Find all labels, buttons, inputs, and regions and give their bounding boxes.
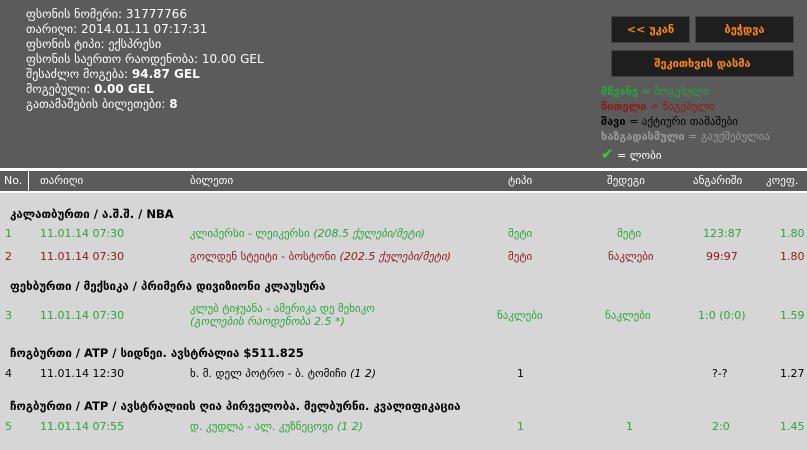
row-coef: 1.27 bbox=[780, 367, 805, 380]
row-date: 11.01.14 07:55 bbox=[40, 420, 125, 433]
row-date: 11.01.14 07:30 bbox=[40, 250, 125, 263]
col-result: შედეგი bbox=[607, 174, 645, 187]
table-row: 4 11.01.14 12:30 ხ. მ. დელ პოტრო - ბ. ტო… bbox=[0, 362, 807, 386]
row-type: მეტი bbox=[508, 227, 533, 240]
group-title: კალათბურთი / ა.შ.შ. / NBA bbox=[10, 207, 174, 221]
table-header: No. თარიღი ბილეთი ტიპი შედეგი ანგარიში კ… bbox=[0, 171, 807, 193]
possible-win: შესაძლო მოგება: 94.87 GEL bbox=[26, 67, 200, 81]
col-type: ტიპი bbox=[508, 174, 533, 187]
back-button[interactable]: << უკან bbox=[611, 16, 690, 43]
row-result: ნაკლები bbox=[605, 309, 651, 322]
row-type: 1 bbox=[517, 367, 524, 380]
row-score: 2:0 bbox=[712, 420, 730, 433]
row-no: 4 bbox=[5, 367, 12, 380]
row-result: მეტი bbox=[617, 227, 642, 240]
ask-question-button[interactable]: შეკითხვის დასმა bbox=[611, 50, 794, 77]
row-result: 1 bbox=[626, 420, 633, 433]
col-ticket: ბილეთი bbox=[190, 174, 234, 187]
row-type: ნაკლები bbox=[497, 309, 543, 322]
ticket-header: ფსონის ნომერი: 31777766 თარიღი: 2014.01.… bbox=[0, 0, 807, 168]
row-type: მეტი bbox=[508, 250, 533, 263]
row-coef: 1.80 bbox=[780, 250, 805, 263]
row-no: 1 bbox=[5, 227, 12, 240]
row-score: 1:0 (0:0) bbox=[698, 309, 746, 322]
row-no: 3 bbox=[5, 309, 12, 322]
row-match: ხ. მ. დელ პოტრო - ბ. ტომიჩი (1 2) bbox=[190, 367, 377, 380]
row-score: ?-? bbox=[712, 367, 728, 380]
legend-active: შავი = აქტიური თამაშები bbox=[601, 115, 738, 128]
table-row: 5 11.01.14 07:55 დ. კუდლა - ალ. კუზნეცოვ… bbox=[0, 415, 807, 439]
column-divider bbox=[28, 171, 29, 191]
legend-lost: წითელი = წაგებული bbox=[601, 100, 715, 113]
row-date: 11.01.14 07:30 bbox=[40, 309, 125, 322]
col-date: თარიღი bbox=[40, 174, 84, 187]
row-match: გოლდენ სტეიტი - ბოსტონი (202.5 ქულები/მე… bbox=[190, 250, 452, 263]
row-date: 11.01.14 07:30 bbox=[40, 227, 125, 240]
row-type: 1 bbox=[517, 420, 524, 433]
table-row: 1 11.01.14 07:30 კლიპერსი - ლეიკერსი (20… bbox=[0, 222, 807, 246]
col-score: ანგარიში bbox=[693, 174, 743, 187]
row-no: 2 bbox=[5, 250, 12, 263]
legend-lobby: ✔ = ლობი bbox=[601, 145, 662, 163]
col-no: No. bbox=[4, 174, 23, 187]
row-match: კლუბ ტიჯუანა - ამერიკა დე მეხიკო (გოლები… bbox=[190, 302, 375, 328]
table-row: 2 11.01.14 07:30 გოლდენ სტეიტი - ბოსტონი… bbox=[0, 245, 807, 269]
ticket-type: ფსონის ტიპი: ექსპრესი bbox=[26, 37, 162, 51]
row-no: 5 bbox=[5, 420, 12, 433]
row-match: დ. კუდლა - ალ. კუზნეცოვი (1 2) bbox=[190, 420, 363, 433]
group-title: ფეხბურთი / მექსიკა / პრიმერა დივიზიონი კ… bbox=[10, 279, 326, 293]
group-title: ჩოგბურთი / ATP / სიდნეი. ავსტრალია $511.… bbox=[10, 346, 304, 360]
row-score: 99:97 bbox=[706, 250, 738, 263]
ticket-number: ფსონის ნომერი: 31777766 bbox=[26, 7, 187, 21]
legend-won: მწვანე = მოგებული bbox=[601, 85, 710, 98]
row-result: ნაკლები bbox=[608, 250, 654, 263]
table-row: 3 11.01.14 07:30 კლუბ ტიჯუანა - ამერიკა … bbox=[0, 302, 807, 338]
ticket-count: გათამაშების ბილეთები: 8 bbox=[26, 97, 178, 111]
check-icon: ✔ bbox=[601, 145, 614, 163]
legend-cancelled: ხაზგადასმული = გაუქმებულია bbox=[601, 130, 770, 143]
row-match: კლიპერსი - ლეიკერსი (208.5 ქულები/მეტი) bbox=[190, 227, 425, 240]
won-amount: მოგებული: 0.00 GEL bbox=[26, 82, 154, 96]
row-score: 123:87 bbox=[703, 227, 742, 240]
group-title: ჩოგბურთი / ATP / ავსტრალიის ღია პირველობ… bbox=[10, 399, 461, 413]
row-coef: 1.45 bbox=[780, 420, 805, 433]
row-coef: 1.80 bbox=[780, 227, 805, 240]
ticket-amount: ფსონის საერთო რაოდენობა: 10.00 GEL bbox=[26, 52, 264, 66]
row-coef: 1.59 bbox=[780, 309, 805, 322]
print-button[interactable]: ბეჭდვა bbox=[695, 16, 794, 43]
ticket-date: თარიღი: 2014.01.11 07:17:31 bbox=[26, 22, 208, 36]
col-coef: კოეფ. bbox=[766, 174, 799, 187]
row-date: 11.01.14 12:30 bbox=[40, 367, 125, 380]
